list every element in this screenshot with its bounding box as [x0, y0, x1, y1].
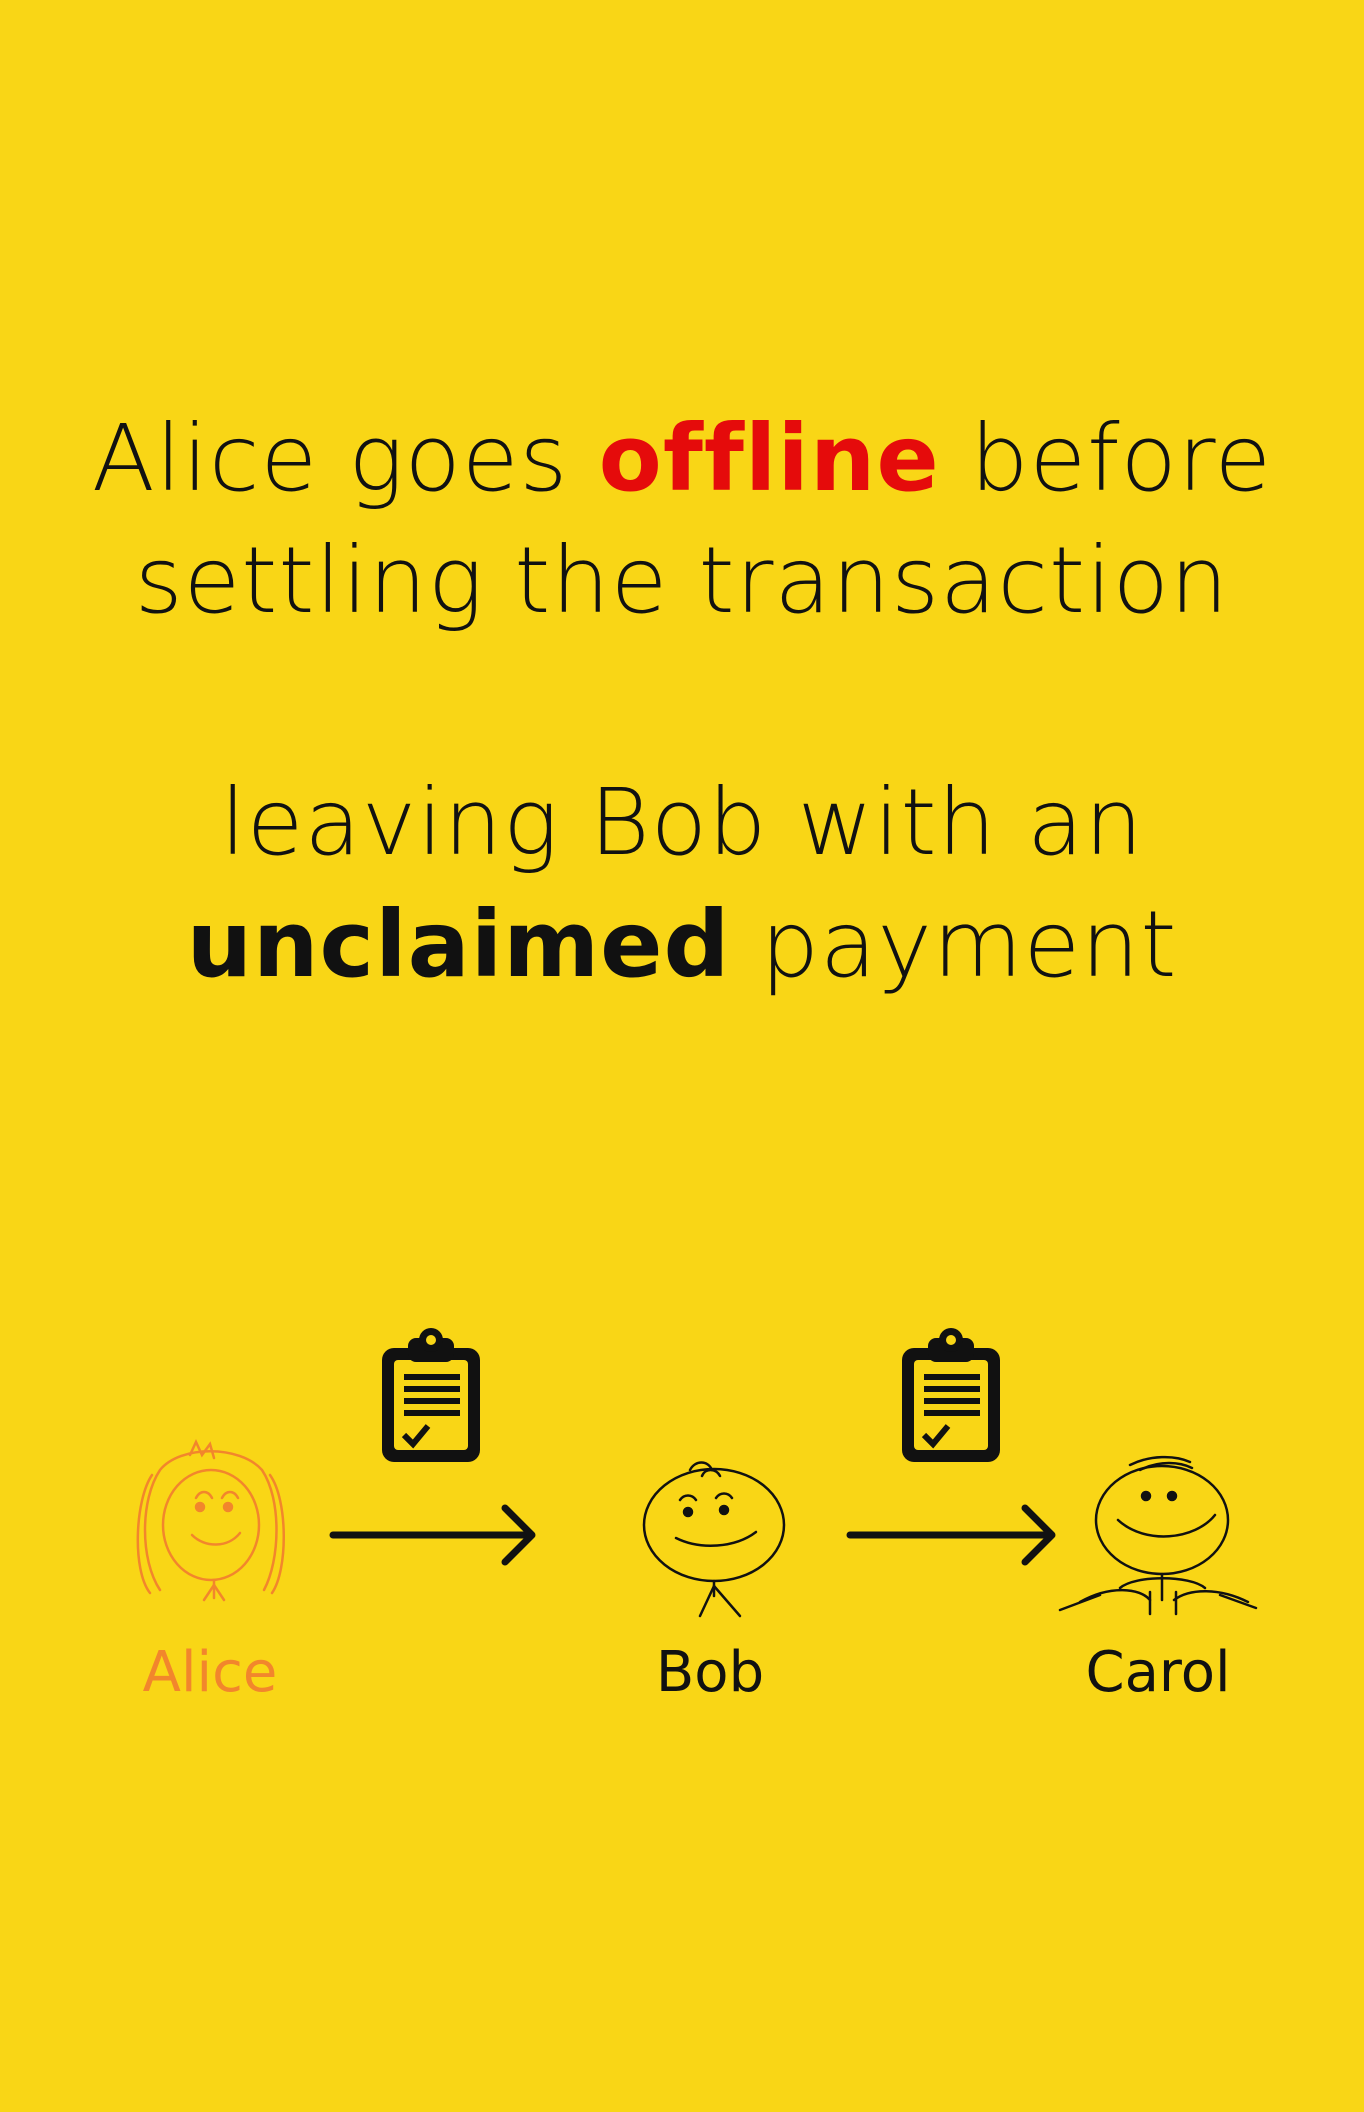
headline-unclaimed: leaving Bob with an unclaimed payment	[0, 762, 1364, 1006]
arrow-right-icon	[846, 1504, 1056, 1566]
bob-label: Bob	[655, 1640, 765, 1705]
headline-1-before: Alice goes	[91, 405, 599, 512]
clipboard-check-icon	[902, 1328, 1000, 1462]
headline-1-line-1: Alice goes offline before	[0, 398, 1364, 520]
bob-figure	[642, 1461, 786, 1618]
carol-label: Carol	[1085, 1640, 1231, 1705]
alice-label: Alice	[142, 1640, 278, 1705]
carol-figure	[1058, 1455, 1258, 1616]
headline-2-line-2: unclaimed payment	[0, 884, 1364, 1006]
unclaimed-emphasis: unclaimed	[186, 891, 731, 998]
headline-2-line-1: leaving Bob with an	[220, 769, 1144, 876]
offline-emphasis: offline	[598, 405, 940, 512]
headline-2-after: payment	[730, 891, 1178, 998]
clipboard-check-icon	[382, 1328, 480, 1462]
headline-offline: Alice goes offline before settling the t…	[0, 398, 1364, 642]
alice-figure	[136, 1439, 285, 1602]
headline-1-line-2: settling the transaction	[134, 527, 1230, 634]
headline-1-after: before	[939, 405, 1273, 512]
arrow-right-icon	[329, 1504, 536, 1566]
